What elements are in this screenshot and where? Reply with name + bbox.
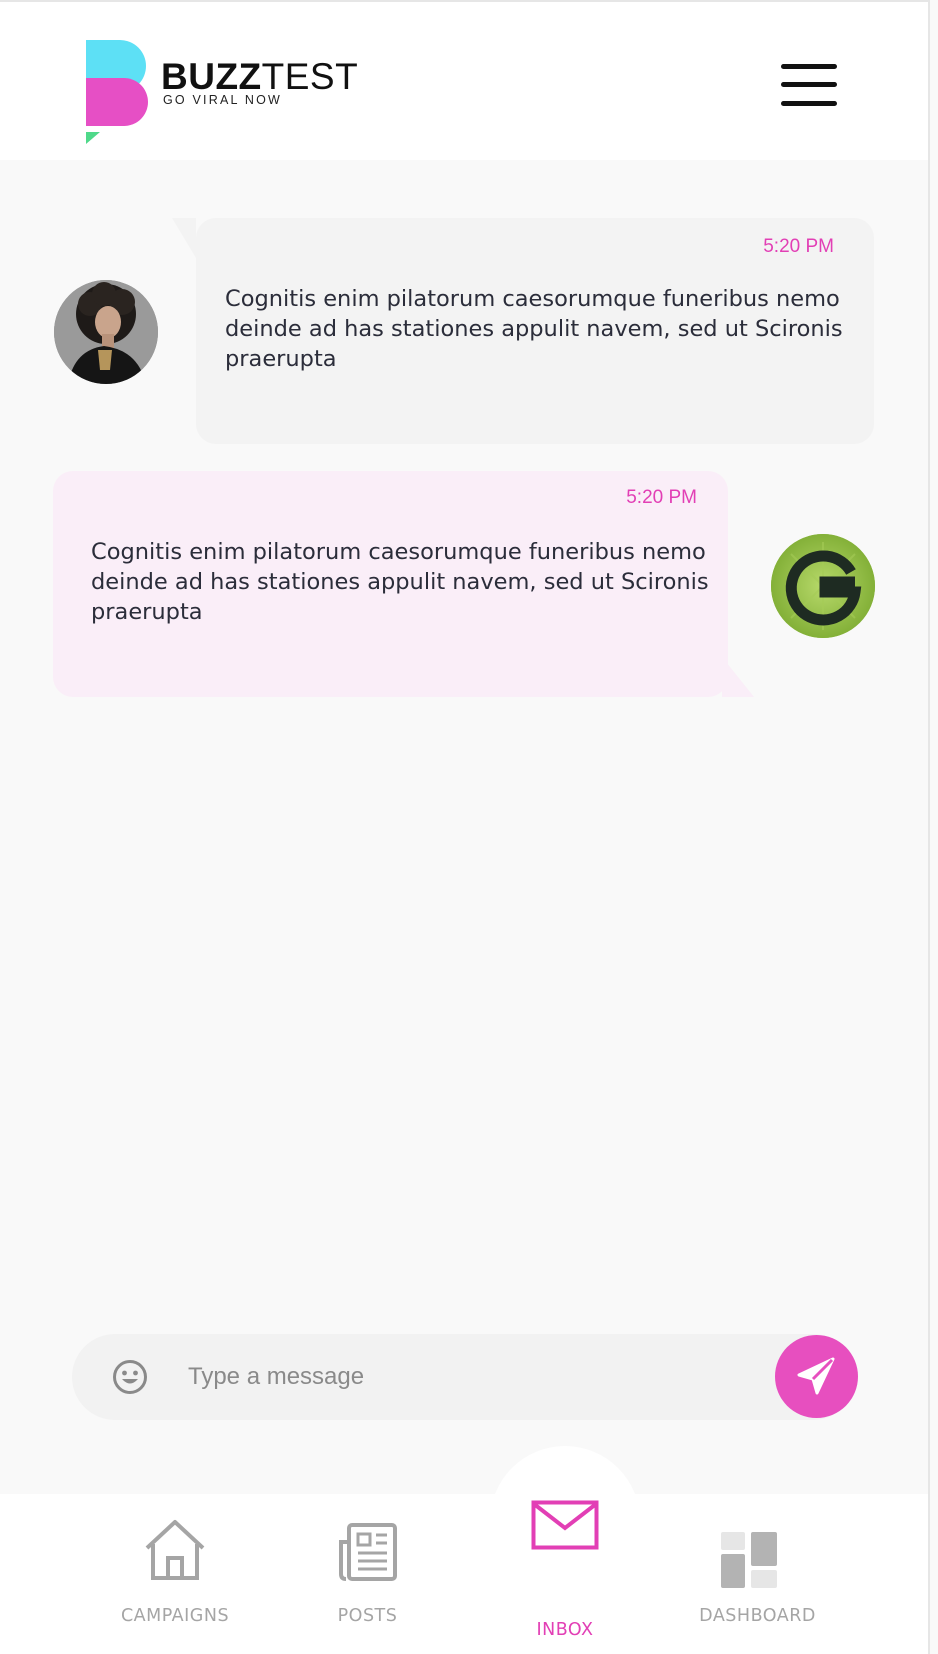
app-header: BUZZTEST GO VIRAL NOW [0,2,928,160]
nav-label: DASHBOARD [699,1606,816,1626]
brand-name: BUZZTEST [161,56,359,97]
message-text: Cognitis enim pilatorum caesorumque fune… [91,539,709,625]
buzztest-logo-icon [86,40,148,144]
nav-label: POSTS [337,1606,398,1626]
incoming-message-bubble: 5:20 PM Cognitis enim pilatorum caesorum… [196,218,874,444]
message-composer [72,1334,856,1420]
g-brand-avatar[interactable] [771,534,875,638]
brand-logo[interactable]: BUZZTEST GO VIRAL NOW [86,40,386,146]
message-text: Cognitis enim pilatorum caesorumque fune… [225,286,843,372]
brand-tagline: GO VIRAL NOW [163,93,283,107]
incoming-bubble-tail [172,218,196,258]
outgoing-message-bubble: 5:20 PM Cognitis enim pilatorum caesorum… [53,471,728,697]
app-screen: BUZZTEST GO VIRAL NOW 5:20 PM Cognitis e… [0,0,930,1654]
woman-avatar[interactable] [54,280,158,384]
smiley-icon[interactable] [112,1359,148,1395]
newspaper-icon [339,1523,397,1581]
woman-portrait-icon [54,280,158,384]
message-time: 5:20 PM [763,236,834,257]
nav-label: INBOX [536,1620,594,1640]
dashboard-icon [721,1532,777,1588]
message-input[interactable] [188,1352,728,1402]
nav-posts[interactable]: POSTS [310,1518,425,1628]
home-icon [145,1520,205,1580]
nav-dashboard[interactable]: DASHBOARD [680,1518,835,1628]
nav-campaigns[interactable]: CAMPAIGNS [100,1518,250,1628]
nav-label: CAMPAIGNS [120,1606,230,1626]
hamburger-menu-icon[interactable] [781,64,837,106]
send-button[interactable] [775,1335,858,1418]
send-arrow-icon [797,1357,835,1395]
message-time: 5:20 PM [626,487,697,508]
nav-inbox[interactable]: INBOX [505,1496,625,1640]
g-logo-icon [771,534,875,638]
envelope-icon [531,1500,599,1550]
